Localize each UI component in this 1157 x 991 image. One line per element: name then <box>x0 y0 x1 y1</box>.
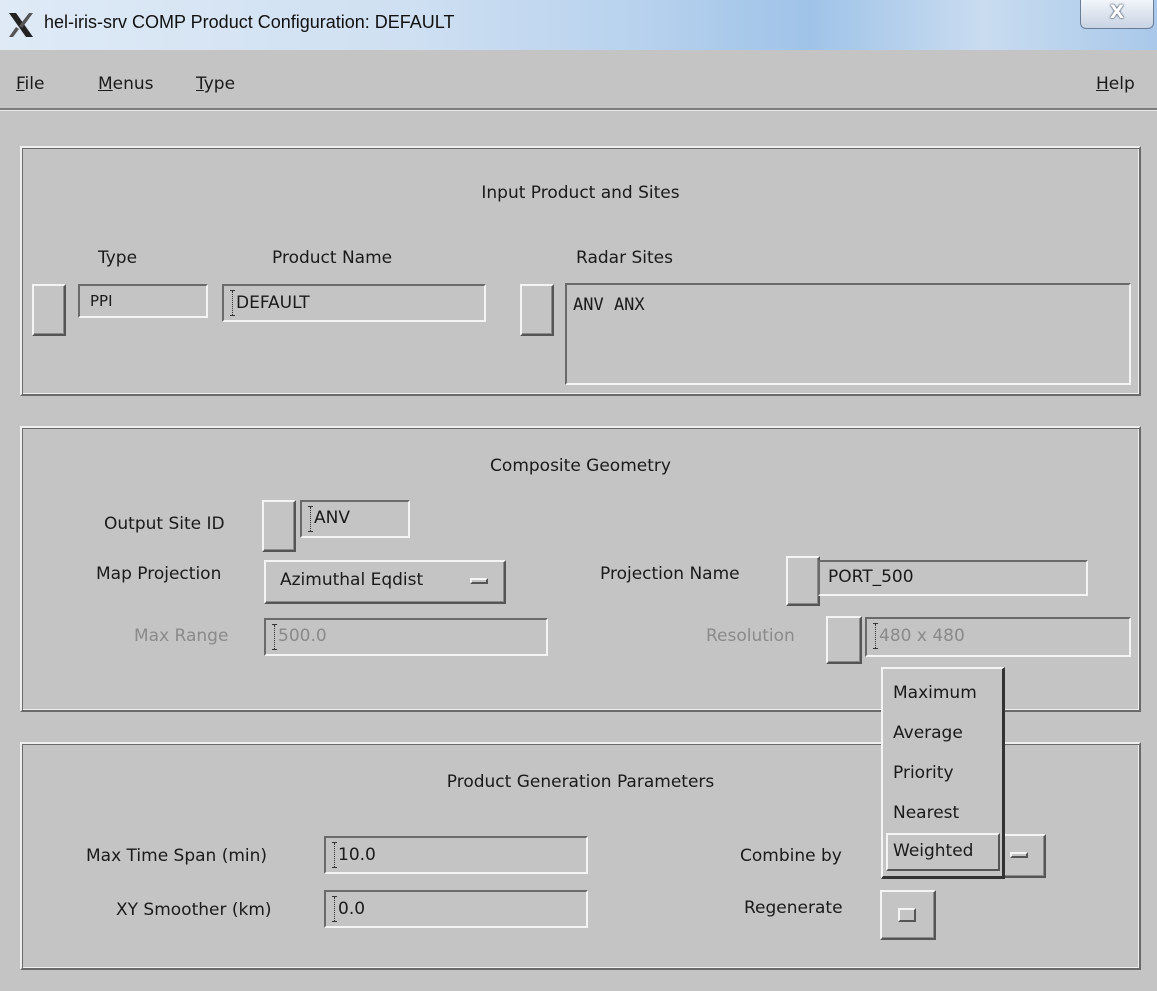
option-weighted[interactable]: Weighted <box>886 833 1000 871</box>
menu-help-label: elp <box>1108 74 1135 94</box>
option-average[interactable]: Average <box>893 723 963 743</box>
radar-sites-button[interactable] <box>520 284 554 336</box>
menu-menus-mnemonic: M <box>98 74 113 94</box>
text-cursor-icon <box>332 842 337 868</box>
max-time-span-input[interactable]: 10.0 <box>324 836 588 874</box>
product-name-label: Product Name <box>272 248 393 268</box>
radar-sites-value: ANV ANX <box>573 295 645 315</box>
combine-by-popup-menu: Maximum Average Priority Nearest Weighte… <box>881 667 1005 879</box>
projection-name-field: PORT_500 <box>818 560 1088 596</box>
map-projection-value: Azimuthal Eqdist <box>280 570 424 590</box>
type-label: Type <box>98 248 138 268</box>
regenerate-toggle[interactable] <box>880 890 936 940</box>
type-field: PPI <box>78 284 208 318</box>
output-site-button[interactable] <box>262 500 296 552</box>
resolution-input[interactable]: 480 x 480 <box>865 617 1131 657</box>
close-icon: X <box>1109 1 1125 23</box>
menu-bar <box>0 58 1157 110</box>
input-panel-title: Input Product and Sites <box>481 183 680 203</box>
max-time-span-value: 10.0 <box>338 845 376 865</box>
text-cursor-icon <box>873 623 878 649</box>
close-button[interactable]: X <box>1080 0 1154 29</box>
projection-name-value: PORT_500 <box>828 567 914 587</box>
resolution-value: 480 x 480 <box>879 626 965 646</box>
option-menu-icon <box>470 578 488 584</box>
max-time-span-label: Max Time Span (min) <box>86 846 268 866</box>
projection-name-button[interactable] <box>786 556 820 606</box>
product-name-value: DEFAULT <box>236 293 310 313</box>
projection-name-label: Projection Name <box>600 564 740 584</box>
text-cursor-icon <box>272 624 277 650</box>
combine-by-select[interactable] <box>1002 834 1046 878</box>
resolution-button[interactable] <box>826 616 862 664</box>
xy-smoother-input[interactable]: 0.0 <box>324 890 588 928</box>
max-range-value: 500.0 <box>278 626 327 646</box>
xy-smoother-value: 0.0 <box>338 899 366 919</box>
text-cursor-icon <box>308 506 313 532</box>
radar-sites-input[interactable]: ANV ANX <box>565 283 1131 385</box>
option-menu-icon <box>1010 852 1028 858</box>
regenerate-label: Regenerate <box>744 898 843 918</box>
type-select-button[interactable] <box>32 284 66 336</box>
window-title: hel-iris-srv COMP Product Configuration:… <box>44 12 455 32</box>
text-cursor-icon <box>230 290 235 316</box>
toggle-indicator-icon <box>898 908 916 922</box>
geometry-panel-title: Composite Geometry <box>490 456 671 476</box>
option-maximum[interactable]: Maximum <box>893 683 977 703</box>
max-range-input[interactable]: 500.0 <box>264 618 548 656</box>
type-value: PPI <box>90 292 113 310</box>
output-site-value: ANV <box>314 508 350 528</box>
combine-by-label: Combine by <box>740 846 842 866</box>
output-site-input[interactable]: ANV <box>300 500 410 538</box>
xy-smoother-label: XY Smoother (km) <box>116 900 272 920</box>
option-nearest[interactable]: Nearest <box>893 803 959 823</box>
menu-help-mnemonic: H <box>1096 74 1109 94</box>
menu-file-mnemonic: F <box>16 74 25 94</box>
menu-type-label: ype <box>203 74 236 94</box>
menu-type-mnemonic: T <box>196 74 204 94</box>
map-projection-label: Map Projection <box>96 564 222 584</box>
resolution-label: Resolution <box>706 626 795 646</box>
max-range-label: Max Range <box>134 626 229 646</box>
output-site-id-label: Output Site ID <box>104 514 225 534</box>
menu-type[interactable]: Type <box>196 74 235 94</box>
menu-help[interactable]: Help <box>1096 74 1135 94</box>
x-window-icon <box>9 13 33 37</box>
text-cursor-icon <box>332 896 337 922</box>
option-priority[interactable]: Priority <box>893 763 954 783</box>
map-projection-select[interactable]: Azimuthal Eqdist <box>264 560 506 604</box>
menu-menus-label: enus <box>112 74 154 94</box>
menu-menus[interactable]: Menus <box>98 74 154 94</box>
menu-file[interactable]: File <box>16 74 44 94</box>
radar-sites-label: Radar Sites <box>576 248 673 268</box>
option-weighted-label: Weighted <box>893 841 974 861</box>
menu-file-label: ile <box>24 74 45 94</box>
product-name-input[interactable]: DEFAULT <box>222 284 486 322</box>
